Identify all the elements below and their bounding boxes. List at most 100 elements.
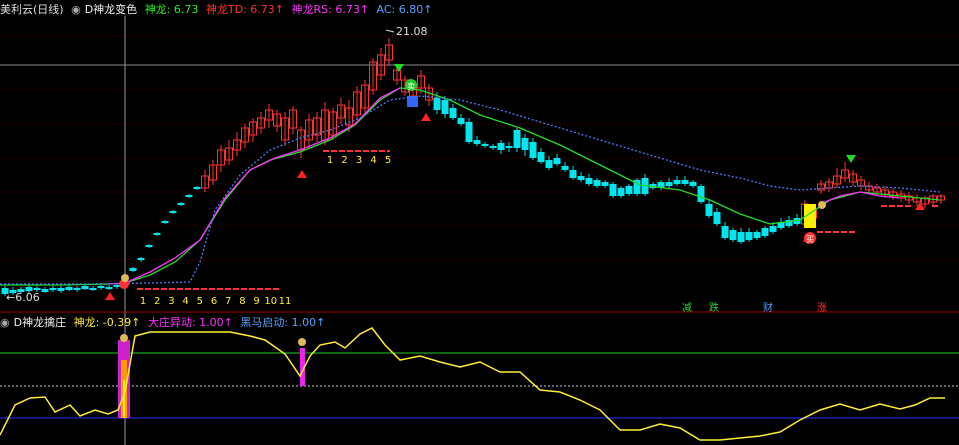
count-label: 7 [225,296,231,307]
candle-body [97,286,105,288]
buy-arrow-icon [421,113,431,121]
candle-body [673,180,681,184]
candle-body [665,182,673,186]
candle-body [577,176,585,180]
candle-body [737,232,745,242]
candle-body [129,268,137,271]
sell-glyph: 卖 [407,82,415,91]
count-label: 3 [356,155,362,166]
moving-averages [0,87,941,286]
candle-body [481,144,489,146]
candle-body [161,221,169,223]
candle-body [449,108,457,118]
buy-glyph: 买 [806,235,814,244]
candle-body [465,122,473,142]
candle-body [433,98,441,110]
candle-body [761,228,769,236]
main-indicator-name[interactable]: D神龙变色 [85,3,137,16]
count-label: 1 [327,155,333,166]
legend-heima: 黑马启动: 1.00↑ [240,316,326,329]
candle-body [729,230,737,240]
candle-body [145,245,153,247]
candle-body [617,188,625,196]
ma-green-line [0,87,941,286]
money-bag-icon [818,201,826,209]
candle-body [89,288,97,290]
oscillator-pane [0,327,945,441]
candle-body [489,146,497,148]
count-label: 2 [154,296,160,307]
count-label: 6 [211,296,217,307]
candle-body [569,170,577,178]
candle-body [49,288,57,290]
candle-body [81,286,89,289]
candle-body [513,130,521,148]
candle-body [713,212,721,224]
legend-sub-shenlong: 神龙: -0.39↑ [73,316,141,329]
main-pane-header: 美利云(日线) ◉ D神龙变色 神龙: 6.73 神龙TD: 6.73↑ 神龙RS… [0,2,436,18]
sell-arrow-icon [394,64,404,72]
candle-body [65,287,73,290]
candle-body [721,226,729,238]
candle-body [185,195,193,197]
signal-tag: 跌 [709,301,719,314]
legend-dazhuang: 大庄异动: 1.00↑ [147,316,233,329]
count-label: 3 [168,296,174,307]
candle-body [625,186,633,194]
count-label: 5 [385,155,391,166]
candle-body [169,211,177,213]
legend-shenlong-rs: 神龙RS: 6.73↑ [291,3,370,16]
candle-body [457,118,465,124]
dragon-icon [120,334,128,342]
buy-arrow-icon [105,292,115,300]
count-label: 5 [197,296,203,307]
stock-title[interactable]: 美利云(日线) [0,3,64,16]
count-label: 4 [182,296,188,307]
legend-ac: AC: 6.80↑ [376,3,433,16]
count-label: 9 [253,296,259,307]
candle-body [497,143,505,150]
sub-indicator-name[interactable]: D神龙擒庄 [14,316,66,329]
candle-body [769,226,777,232]
candle-body [753,232,761,238]
count-label: 10 [264,296,277,307]
candle-body [177,203,185,205]
candle-body [609,184,617,196]
legend-shenlong-td: 神龙TD: 6.73↑ [205,3,284,16]
candle-body [33,288,41,290]
candle-body [681,180,689,184]
candle-body [593,180,601,186]
oscillator-line [0,327,945,441]
signal-tag: 减 [682,302,692,314]
signal-tag: 涨 [817,302,827,314]
count-label: 2 [341,155,347,166]
candle-body [521,138,529,150]
dragon-icon [298,338,306,346]
indicator-circle-icon[interactable]: ◉ [71,3,81,16]
high-price-label: 21.08 [396,25,428,38]
count-label: 1 [140,296,146,307]
candle-body [561,166,569,170]
candle-body [441,100,449,114]
candle-body [153,233,161,235]
count-label: 11 [279,296,292,307]
spike-bar [123,380,125,418]
candle-body [105,287,113,289]
candle-body [689,182,697,186]
candle-body [537,152,545,162]
candle-body [697,186,705,202]
candlestick-series [1,38,945,296]
candle-body [553,158,561,164]
candle-body [57,288,65,291]
high-price-pointer [385,29,395,33]
candle-body [73,288,81,290]
chart-canvas[interactable]: 21.08←6.06 1 2 3 4 5 6 7 8 9 10 111 2 3 4 5买卖减跌财涨 [0,0,959,445]
signal-tag: 财 [763,301,773,314]
candle-body [601,182,609,186]
count-label: 4 [370,155,376,166]
indicator-circle-icon[interactable]: ◉ [0,316,10,329]
candle-body [745,232,753,240]
candle-body [705,204,713,216]
candle-body [505,146,513,148]
count-label: 8 [239,296,245,307]
